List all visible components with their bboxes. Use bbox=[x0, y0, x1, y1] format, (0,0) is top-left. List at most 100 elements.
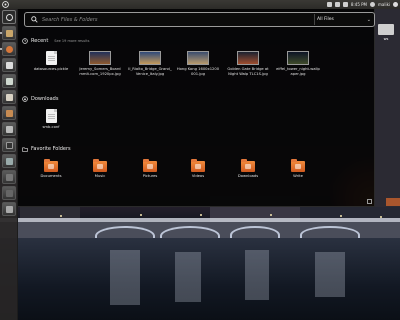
ubuntu-logo-icon bbox=[6, 14, 13, 21]
mail-icon[interactable] bbox=[334, 2, 340, 7]
running-indicator bbox=[0, 48, 2, 50]
trash-icon bbox=[6, 206, 13, 213]
fullscreen-toggle-icon[interactable] bbox=[367, 199, 372, 204]
launcher-firefox[interactable] bbox=[2, 42, 16, 56]
launcher-impress[interactable] bbox=[2, 90, 16, 104]
street-lamp bbox=[340, 215, 342, 217]
username[interactable]: maliki bbox=[378, 0, 390, 9]
document-icon bbox=[45, 51, 57, 65]
recent-item-label: eiffel_tower_night-wallpaper.jpg bbox=[276, 67, 320, 76]
favorite-folder-label: Downloads bbox=[237, 174, 259, 178]
filter-dropdown[interactable]: All Files ⌄ bbox=[317, 14, 371, 25]
hard-drive-icon[interactable] bbox=[378, 24, 394, 35]
light-reflection bbox=[175, 252, 201, 302]
top-panel: 8:45 PM maliki bbox=[0, 0, 400, 9]
favorite-folder[interactable]: Documents bbox=[29, 159, 73, 179]
image-thumbnail-icon bbox=[89, 51, 111, 65]
recent-item[interactable]: eiffel_tower_night-wallpaper.jpg bbox=[276, 51, 320, 76]
recent-item-label: Golden Gate Bridge at Night Walp TLC1S.j… bbox=[227, 67, 269, 76]
search-divider bbox=[314, 14, 315, 25]
favorite-folder-label: Music bbox=[94, 174, 106, 178]
workspace-switcher-icon bbox=[6, 174, 13, 181]
recent-item[interactable]: II_Rialto_Bridge_Grand_Venice_Italy.jpg bbox=[128, 51, 172, 76]
favorite-folder[interactable]: Pictures bbox=[128, 159, 172, 179]
network-icon[interactable] bbox=[326, 2, 332, 7]
download-item[interactable]: smb.conf bbox=[29, 109, 73, 130]
music-folder-icon bbox=[93, 159, 107, 172]
downloads-header[interactable]: Downloads bbox=[22, 96, 58, 102]
power-icon[interactable] bbox=[393, 2, 398, 7]
running-indicator bbox=[0, 32, 2, 34]
image-thumbnail-icon bbox=[139, 51, 161, 65]
folder-icon bbox=[6, 30, 13, 37]
launcher-terminal[interactable] bbox=[2, 138, 16, 152]
favorite-folder[interactable]: Videos bbox=[176, 159, 220, 179]
ubuntu-logo-icon[interactable] bbox=[1, 0, 10, 9]
download-icon bbox=[22, 96, 28, 102]
recent-item-label: Jeremy_Somers_Boardmmit.com_1920px.jpg bbox=[79, 67, 121, 76]
image-thumbnail-icon bbox=[187, 51, 209, 65]
launcher-software-center[interactable] bbox=[2, 106, 16, 120]
favorite-folder[interactable]: Downloads bbox=[226, 159, 270, 179]
recent-more-link[interactable]: See 19 more results bbox=[54, 39, 89, 43]
app-icon bbox=[6, 190, 13, 197]
writer-icon bbox=[6, 62, 13, 69]
document-icon bbox=[45, 109, 57, 123]
search-icon bbox=[28, 13, 40, 26]
videos-folder-icon bbox=[191, 159, 205, 172]
recent-item[interactable]: Jeremy_Somers_Boardmmit.com_1920px.jpg bbox=[78, 51, 122, 76]
clock[interactable]: 8:45 PM bbox=[351, 0, 367, 9]
recent-item-label: Hong Kong 1600x1200 001.jpg bbox=[176, 67, 220, 76]
folder-icon bbox=[22, 146, 28, 152]
volume-icon[interactable] bbox=[342, 2, 348, 7]
gear-icon bbox=[6, 158, 13, 165]
launcher-app[interactable] bbox=[2, 186, 16, 200]
user-icon[interactable] bbox=[370, 2, 375, 7]
calc-icon bbox=[6, 78, 13, 85]
recent-item-label: II_Rialto_Bridge_Grand_Venice_Italy.jpg bbox=[128, 67, 172, 76]
recent-item-label: datasources.pickle bbox=[33, 67, 69, 71]
street-lamp bbox=[60, 215, 62, 217]
documents-folder-icon bbox=[44, 159, 58, 172]
favorite-folder[interactable]: Music bbox=[78, 159, 122, 179]
favorite-folder-label: Videos bbox=[191, 174, 205, 178]
pictures-folder-icon bbox=[143, 159, 157, 172]
light-reflection bbox=[110, 250, 140, 305]
street-lamp bbox=[140, 214, 142, 216]
recent-item[interactable]: Golden Gate Bridge at Night Walp TLC1S.j… bbox=[226, 51, 270, 76]
recent-item[interactable]: Hong Kong 1600x1200 001.jpg bbox=[176, 51, 220, 76]
favorite-folder-label: Documents bbox=[40, 174, 62, 178]
favorite-folder-label: Pictures bbox=[142, 174, 158, 178]
image-thumbnail-icon bbox=[237, 51, 259, 65]
sunset-highlight bbox=[386, 198, 400, 206]
launcher-settings[interactable] bbox=[2, 154, 16, 168]
terminal-icon bbox=[6, 142, 13, 149]
light-reflection bbox=[245, 250, 269, 300]
street-lamp bbox=[270, 214, 272, 216]
recent-title: Recent bbox=[31, 38, 49, 44]
downloads-title: Downloads bbox=[31, 96, 59, 102]
recent-item[interactable]: datasources.pickle bbox=[29, 51, 73, 72]
launcher-workspaces[interactable] bbox=[2, 170, 16, 184]
search-bar: All Files ⌄ bbox=[24, 12, 375, 27]
folder-icon bbox=[291, 159, 305, 172]
clock-icon bbox=[22, 38, 28, 44]
street-lamp bbox=[380, 216, 382, 218]
street-lamp bbox=[200, 214, 202, 216]
favorites-header[interactable]: Favorite Folders bbox=[22, 146, 71, 152]
launcher-ubuntu-one[interactable] bbox=[2, 122, 16, 136]
launcher-files[interactable] bbox=[2, 26, 16, 40]
chevron-down-icon: ⌄ bbox=[366, 16, 371, 23]
launcher-writer[interactable] bbox=[2, 58, 16, 72]
drive-label: ws bbox=[383, 37, 389, 41]
recent-header[interactable]: Recent See 19 more results bbox=[22, 38, 89, 44]
dash-home-button[interactable] bbox=[2, 10, 16, 24]
launcher-calc[interactable] bbox=[2, 74, 16, 88]
image-thumbnail-icon bbox=[287, 51, 309, 65]
favorite-folder[interactable]: Write bbox=[276, 159, 320, 179]
dash-overlay: All Files ⌄ Recent See 19 more results d… bbox=[18, 9, 375, 207]
launcher-trash[interactable] bbox=[2, 202, 16, 216]
favorite-folder-label: Write bbox=[293, 174, 303, 178]
filter-label: All Files bbox=[317, 17, 334, 22]
downloads-folder-icon bbox=[241, 159, 255, 172]
